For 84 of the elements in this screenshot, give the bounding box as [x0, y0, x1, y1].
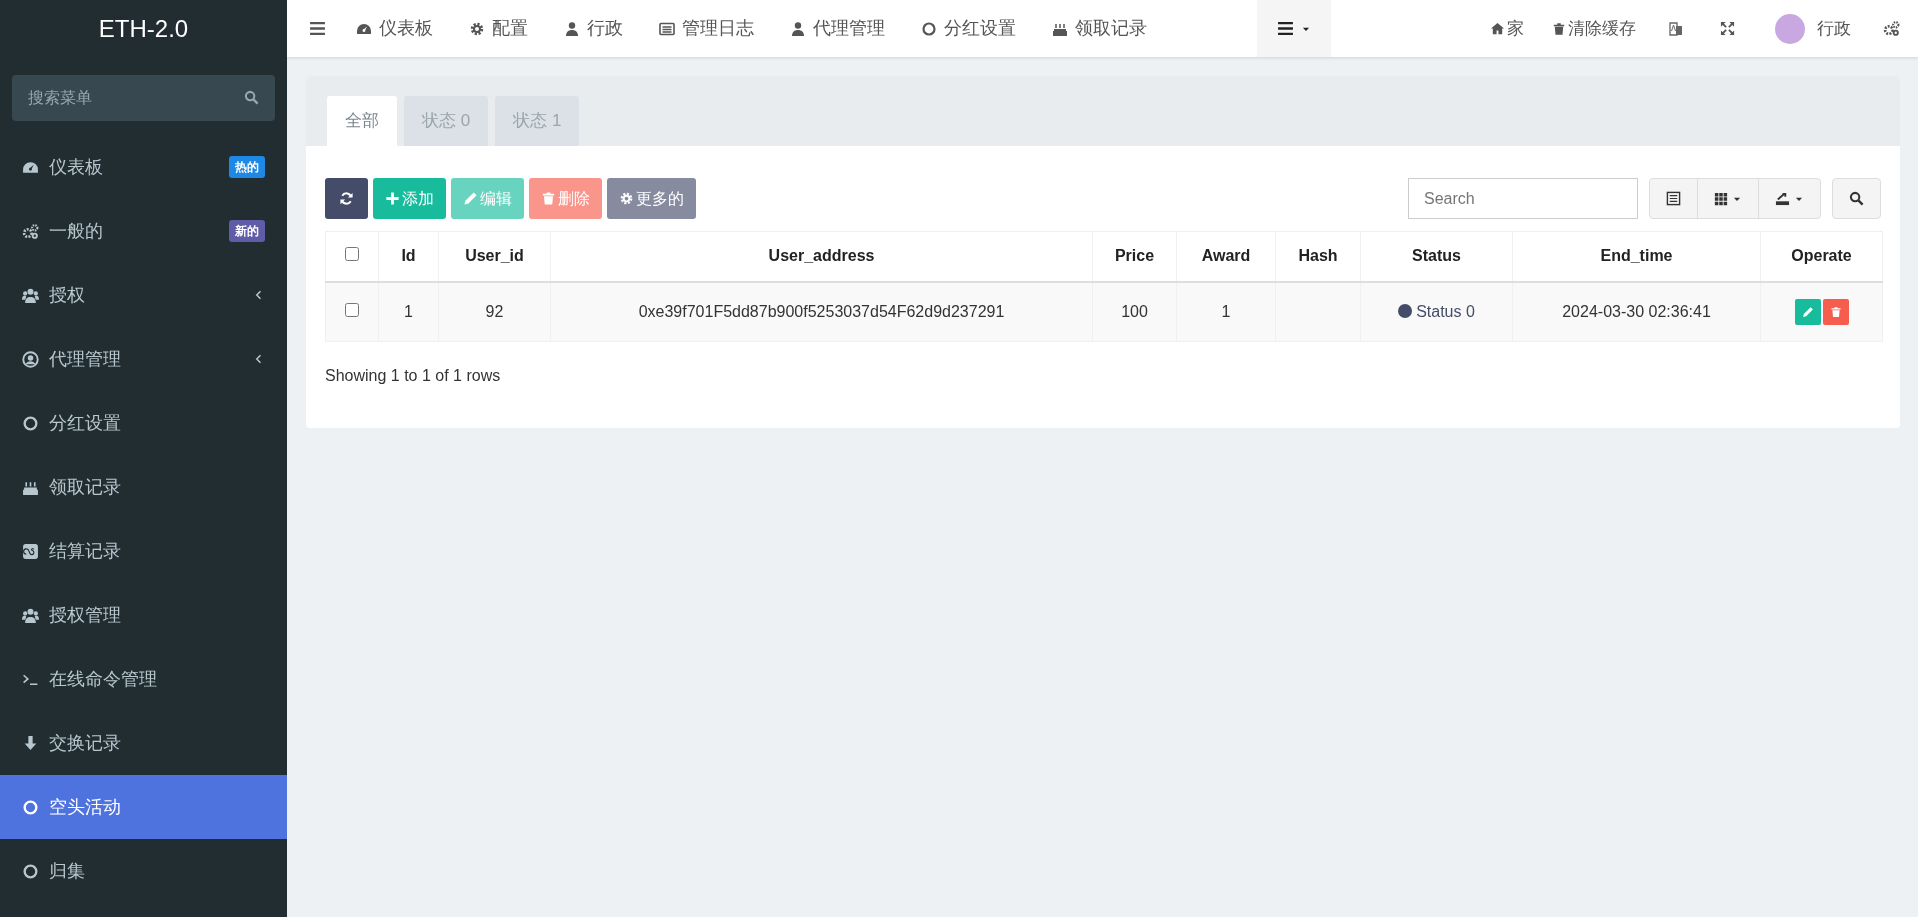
- gear-icon: [619, 191, 634, 206]
- nav-link[interactable]: 行政: [546, 0, 641, 57]
- sidebar-item[interactable]: 在线命令管理: [0, 647, 287, 711]
- column-header[interactable]: Id: [378, 231, 439, 282]
- user-circle-icon: [22, 350, 39, 368]
- status-text: Status 0: [1416, 302, 1475, 320]
- sidebar-item[interactable]: 授权: [0, 263, 287, 327]
- sidebar-item[interactable]: 交换记录: [0, 711, 287, 775]
- export-icon: [1775, 191, 1790, 206]
- trash-icon: [1552, 21, 1566, 36]
- circle-icon: [22, 862, 39, 880]
- trash-icon: [541, 191, 556, 206]
- brand-title: ETH-2.0: [97, 13, 190, 44]
- column-header[interactable]: Price: [1092, 231, 1177, 282]
- nav-link[interactable]: 代理管理: [772, 0, 903, 57]
- search-icon: [244, 90, 259, 105]
- sidebar-item[interactable]: 分红设置: [0, 391, 287, 455]
- refresh-button[interactable]: [325, 178, 368, 219]
- sidebar-item[interactable]: 归集: [0, 839, 287, 903]
- nav-link[interactable]: 管理日志: [641, 0, 772, 57]
- nav-link[interactable]: 分红设置: [903, 0, 1034, 57]
- search-field[interactable]: Search: [1408, 178, 1638, 219]
- row-checkbox[interactable]: [345, 302, 359, 317]
- table-cell: 1: [378, 281, 439, 342]
- menu-icon: [309, 20, 326, 37]
- user-menu[interactable]: 行政: [1753, 0, 1865, 57]
- translate-icon: [1668, 20, 1684, 37]
- gears-icon: [1883, 20, 1900, 37]
- column-header[interactable]: User_address: [550, 231, 1093, 282]
- user-icon: [790, 20, 806, 37]
- home-icon: [1490, 21, 1505, 36]
- sidebar-item[interactable]: 一般的 新的: [0, 199, 287, 263]
- sidebar-item[interactable]: 代理管理: [0, 327, 287, 391]
- home-link[interactable]: 家: [1476, 0, 1538, 57]
- search-button[interactable]: [1832, 178, 1881, 219]
- column-header[interactable]: Award: [1176, 231, 1276, 282]
- search-icon: [1849, 191, 1864, 206]
- nav-link[interactable]: 领取记录: [1034, 0, 1165, 57]
- nav-link[interactable]: 仪表板: [338, 0, 451, 57]
- list-icon: [659, 20, 675, 37]
- users-icon: [22, 606, 39, 624]
- filter-tab[interactable]: 全部: [327, 96, 397, 146]
- table-cell: 0xe39f701F5dd87b900f5253037d54F62d9d237291: [550, 281, 1093, 342]
- refresh-icon: [339, 191, 354, 206]
- column-header[interactable]: Operate: [1760, 231, 1883, 282]
- circle-icon: [921, 20, 937, 37]
- avatar-circle: [1775, 13, 1805, 44]
- column-header[interactable]: User_id: [438, 231, 551, 282]
- table-cell: 92: [438, 281, 551, 342]
- menu-search-field[interactable]: 搜索菜单: [12, 75, 275, 121]
- table-cell: 100: [1092, 281, 1177, 342]
- table-cell: 1: [1176, 281, 1276, 342]
- square-logo-icon: [22, 542, 39, 560]
- circle-icon: [22, 414, 39, 432]
- pencil-icon: [463, 191, 478, 206]
- delete-button[interactable]: [1822, 298, 1849, 325]
- users-icon: [22, 286, 39, 304]
- menu-badge: 新的: [229, 220, 265, 242]
- fullscreen-icon: [1720, 21, 1735, 36]
- sidebar-item[interactable]: 仪表板 热的: [0, 135, 287, 199]
- sidebar-item[interactable]: 结算记录: [0, 519, 287, 583]
- gear-icon: [469, 20, 485, 37]
- circle-icon: [22, 798, 39, 816]
- column-header[interactable]: Status: [1360, 231, 1513, 282]
- grid-icon: [1714, 191, 1728, 206]
- trash-icon: [1829, 305, 1842, 318]
- gears-icon: [22, 222, 39, 240]
- select-all-checkbox[interactable]: [345, 247, 359, 262]
- sidebar-item[interactable]: 空头活动: [0, 775, 287, 839]
- pencil-icon: [1801, 305, 1814, 318]
- pagination-info: Showing 1 to 1 of 1 rows: [325, 366, 502, 386]
- menu-dropdown-button[interactable]: [1257, 0, 1331, 57]
- list-icon: [1666, 191, 1681, 206]
- sidebar-item[interactable]: 授权管理: [0, 583, 287, 647]
- user-icon: [564, 20, 580, 37]
- column-header[interactable]: End_time: [1512, 231, 1761, 282]
- table-cell: 2024-03-30 02:36:41: [1512, 281, 1761, 342]
- sidebar-item[interactable]: 领取记录: [0, 455, 287, 519]
- menu-icon: [1277, 20, 1294, 37]
- nav-link[interactable]: 配置: [451, 0, 546, 57]
- menu-badge: 热的: [229, 156, 265, 178]
- clear-cache-link[interactable]: 清除缓存: [1538, 0, 1650, 57]
- column-header[interactable]: Hash: [1275, 231, 1361, 282]
- plus-icon: [385, 191, 400, 206]
